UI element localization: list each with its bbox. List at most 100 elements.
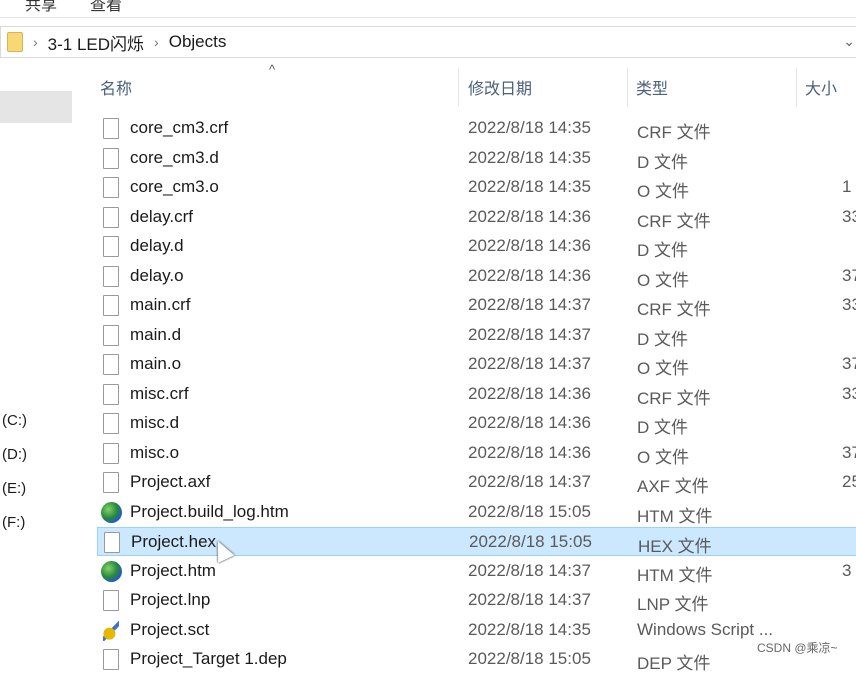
file-row[interactable]: Project_Target 1.dep 2022/8/18 15:05 DEP 文… (97, 645, 856, 674)
menu-share[interactable]: 共享 (25, 0, 57, 15)
breadcrumb-item[interactable]: Objects (169, 32, 227, 52)
file-name: core_cm3.crf (130, 118, 229, 137)
file-row[interactable]: Project.sct 2022/8/18 14:35 Windows Script… (97, 616, 856, 645)
file-row[interactable]: main.crf 2022/8/18 14:37 CRF 文件 33 (97, 291, 856, 320)
file-date: 2022/8/18 14:37 (468, 354, 591, 373)
chevron-right-icon: › (33, 34, 38, 50)
file-name: Project.sct (130, 619, 210, 639)
file-row[interactable]: delay.o 2022/8/18 14:36 O 文件 37 (97, 262, 856, 291)
file-row[interactable]: main.o 2022/8/18 14:37 O 文件 37 (97, 350, 856, 379)
file-row[interactable]: Project.hex 2022/8/18 15:05 HEX 文件 (97, 527, 856, 556)
file-name: misc.o (130, 442, 180, 462)
column-divider[interactable] (458, 68, 459, 106)
file-icon (104, 532, 120, 553)
file-type: O 文件 (637, 270, 689, 290)
file-type: HTM 文件 (637, 565, 713, 585)
file-type: D 文件 (637, 241, 688, 260)
file-row[interactable]: misc.crf 2022/8/18 14:36 CRF 文件 33 (97, 380, 856, 409)
file-icon (103, 236, 119, 257)
file-name: core_cm3.d (130, 147, 219, 167)
file-name: misc.crf (130, 383, 189, 403)
file-date: 2022/8/18 14:36 (468, 206, 591, 226)
file-row[interactable]: Project.htm 2022/8/18 14:37 HTM 文件 3 (97, 557, 856, 586)
file-name: delay.crf (130, 206, 193, 226)
file-name: Project.htm (130, 560, 216, 580)
file-date: 2022/8/18 14:35 (468, 147, 591, 167)
file-date: 2022/8/18 14:36 (468, 383, 591, 403)
file-size: 1 (842, 177, 852, 196)
file-type: CRF 文件 (637, 388, 711, 408)
file-type: LNP 文件 (637, 595, 709, 614)
file-row[interactable]: misc.o 2022/8/18 14:36 O 文件 37 (97, 439, 856, 468)
file-row[interactable]: Project.axf 2022/8/18 14:37 AXF 文件 25 (97, 468, 856, 497)
file-icon (103, 590, 119, 611)
chevron-right-icon: › (154, 34, 159, 50)
file-date: 2022/8/18 14:35 (468, 118, 591, 137)
file-name: delay.d (130, 236, 184, 255)
file-icon (103, 472, 119, 493)
file-name: main.o (130, 354, 182, 373)
file-row[interactable]: core_cm3.o 2022/8/18 14:35 O 文件 1 (97, 173, 856, 202)
file-row[interactable]: core_cm3.d 2022/8/18 14:35 D 文件 (97, 144, 856, 173)
chevron-down-icon[interactable]: ⌄ (843, 33, 855, 50)
file-icon (103, 324, 119, 346)
nav-drive-c[interactable]: (C:) (2, 412, 27, 429)
file-row[interactable]: core_cm3.crf 2022/8/18 14:35 CRF 文件 (97, 114, 856, 143)
file-name: Project_Target 1.dep (130, 649, 287, 668)
nav-selected-item[interactable] (0, 91, 72, 123)
file-date: 2022/8/18 14:37 (468, 472, 591, 491)
address-bar[interactable]: › 3-1 LED闪烁 › Objects ⌄ (0, 26, 856, 58)
file-type: CRF 文件 (637, 211, 711, 231)
menu-view[interactable]: 查看 (90, 0, 122, 15)
column-header-size[interactable]: 大小 (805, 68, 837, 106)
file-name: Project.build_log.htm (130, 501, 289, 521)
file-type: HTM 文件 (637, 506, 713, 526)
file-row[interactable]: Project.lnp 2022/8/18 14:37 LNP 文件 (97, 586, 856, 615)
file-size: 37 (842, 442, 856, 462)
file-name: delay.o (130, 265, 184, 285)
file-type: D 文件 (637, 418, 688, 437)
file-type: DEP 文件 (637, 654, 711, 673)
sort-ascending-icon: ^ (269, 62, 276, 77)
file-name: Project.lnp (130, 590, 211, 609)
column-divider[interactable] (796, 68, 797, 106)
nav-drive-f[interactable]: (F:) (2, 514, 25, 531)
file-size: 37 (842, 354, 856, 373)
file-row[interactable]: delay.crf 2022/8/18 14:36 CRF 文件 33 (97, 203, 856, 232)
file-date: 2022/8/18 14:37 (468, 560, 591, 580)
breadcrumb-item[interactable]: 3-1 LED闪烁 (48, 30, 144, 55)
file-date: 2022/8/18 14:36 (468, 265, 591, 285)
file-date: 2022/8/18 14:36 (468, 236, 591, 255)
file-size: 37 (842, 265, 856, 285)
folder-icon (7, 32, 23, 52)
file-icon (103, 295, 119, 316)
file-icon (103, 147, 119, 169)
nav-drive-d[interactable]: (D:) (2, 446, 27, 463)
file-row[interactable]: misc.d 2022/8/18 14:36 D 文件 (97, 409, 856, 438)
file-type: CRF 文件 (637, 300, 711, 319)
watermark: CSDN @乘凉~ (757, 641, 838, 655)
file-name: Project.hex (131, 532, 217, 551)
file-size: 3 (842, 560, 852, 580)
column-header-date[interactable]: 修改日期 (468, 68, 532, 106)
file-size: 33 (842, 295, 856, 314)
file-type: O 文件 (637, 447, 689, 467)
file-icon (103, 354, 119, 375)
file-date: 2022/8/18 14:35 (468, 177, 591, 196)
column-header-type[interactable]: 类型 (636, 68, 668, 106)
file-icon (103, 413, 119, 434)
file-type: O 文件 (637, 359, 689, 378)
file-size: 33 (842, 383, 856, 403)
column-header-name[interactable]: 名称 (100, 68, 132, 106)
file-icon (103, 649, 119, 670)
divider (0, 17, 856, 18)
file-row[interactable]: Project.build_log.htm 2022/8/18 15:05 HTM … (97, 498, 856, 527)
column-divider[interactable] (627, 68, 628, 106)
nav-drive-e[interactable]: (E:) (2, 480, 26, 497)
file-name: misc.d (130, 413, 180, 432)
file-row[interactable]: delay.d 2022/8/18 14:36 D 文件 (97, 232, 856, 261)
file-date: 2022/8/18 14:37 (468, 324, 591, 344)
file-row[interactable]: main.d 2022/8/18 14:37 D 文件 (97, 321, 856, 350)
file-name: main.d (130, 324, 182, 344)
file-date: 2022/8/18 14:35 (468, 619, 591, 639)
